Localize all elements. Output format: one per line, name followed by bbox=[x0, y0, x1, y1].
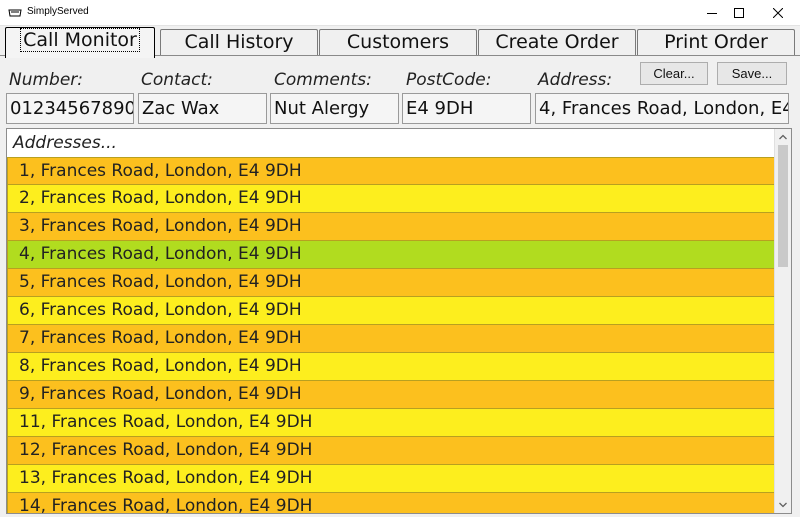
list-item[interactable]: 5, Frances Road, London, E4 9DH bbox=[7, 269, 776, 297]
tab-label: Call History bbox=[184, 31, 294, 53]
tab-label: Print Order bbox=[664, 31, 768, 53]
list-item[interactable]: 1, Frances Road, London, E4 9DH bbox=[7, 157, 776, 185]
list-item[interactable]: 9, Frances Road, London, E4 9DH bbox=[7, 381, 776, 409]
postcode-label: PostCode: bbox=[406, 70, 492, 90]
save-button[interactable]: Save... bbox=[717, 62, 787, 85]
list-item[interactable]: 8, Frances Road, London, E4 9DH bbox=[7, 353, 776, 381]
close-icon bbox=[773, 8, 783, 18]
number-label: Number: bbox=[9, 70, 84, 90]
close-button[interactable] bbox=[761, 0, 795, 26]
comments-label: Comments: bbox=[274, 70, 372, 90]
tab-create-order[interactable]: Create Order bbox=[478, 29, 636, 55]
scroll-down-button[interactable] bbox=[775, 497, 791, 513]
vertical-scrollbar[interactable] bbox=[774, 129, 791, 513]
address-rows: 1, Frances Road, London, E4 9DH 2, Franc… bbox=[7, 157, 776, 513]
chevron-up-icon bbox=[779, 134, 787, 140]
list-item[interactable]: 7, Frances Road, London, E4 9DH bbox=[7, 325, 776, 353]
list-item[interactable]: 12, Frances Road, London, E4 9DH bbox=[7, 437, 776, 465]
list-item[interactable]: 2, Frances Road, London, E4 9DH bbox=[7, 185, 776, 213]
tab-print-order[interactable]: Print Order bbox=[637, 29, 795, 55]
list-item[interactable]: 6, Frances Road, London, E4 9DH bbox=[7, 297, 776, 325]
list-item[interactable]: 3, Frances Road, London, E4 9DH bbox=[7, 213, 776, 241]
window-title: SimplyServed bbox=[27, 6, 89, 17]
list-item-selected[interactable]: 4, Frances Road, London, E4 9DH bbox=[7, 241, 776, 269]
scrollbar-thumb[interactable] bbox=[778, 145, 788, 267]
scroll-up-button[interactable] bbox=[775, 129, 791, 145]
tab-customers[interactable]: Customers bbox=[319, 29, 477, 55]
list-item[interactable]: 14, Frances Road, London, E4 9DH bbox=[7, 493, 776, 513]
title-bar[interactable]: SimplyServed bbox=[0, 0, 800, 26]
postcode-field[interactable]: E4 9DH bbox=[402, 93, 531, 124]
address-label: Address: bbox=[538, 70, 613, 90]
tab-label: Create Order bbox=[495, 31, 619, 53]
maximize-button[interactable] bbox=[722, 0, 756, 26]
contact-field[interactable]: Zac Wax bbox=[138, 93, 267, 124]
tab-label: Call Monitor bbox=[20, 28, 140, 52]
address-list-header: Addresses... bbox=[13, 133, 117, 153]
minimize-icon bbox=[707, 13, 717, 14]
number-field[interactable]: 01234567890 bbox=[6, 93, 134, 124]
chevron-down-icon bbox=[779, 502, 787, 508]
address-list[interactable]: Addresses... 1, Frances Road, London, E4… bbox=[6, 128, 792, 514]
comments-field[interactable]: Nut Alergy bbox=[270, 93, 399, 124]
contact-label: Contact: bbox=[141, 70, 213, 90]
address-field[interactable]: 4, Frances Road, London, E4 9DH bbox=[535, 93, 789, 124]
list-item[interactable]: 13, Frances Road, London, E4 9DH bbox=[7, 465, 776, 493]
tab-label: Customers bbox=[346, 31, 450, 53]
tab-call-history[interactable]: Call History bbox=[160, 29, 318, 55]
app-icon bbox=[8, 9, 22, 17]
list-item[interactable]: 11, Frances Road, London, E4 9DH bbox=[7, 409, 776, 437]
tab-call-monitor[interactable]: Call Monitor bbox=[5, 27, 155, 58]
clear-button[interactable]: Clear... bbox=[640, 62, 708, 85]
maximize-icon bbox=[734, 8, 744, 18]
